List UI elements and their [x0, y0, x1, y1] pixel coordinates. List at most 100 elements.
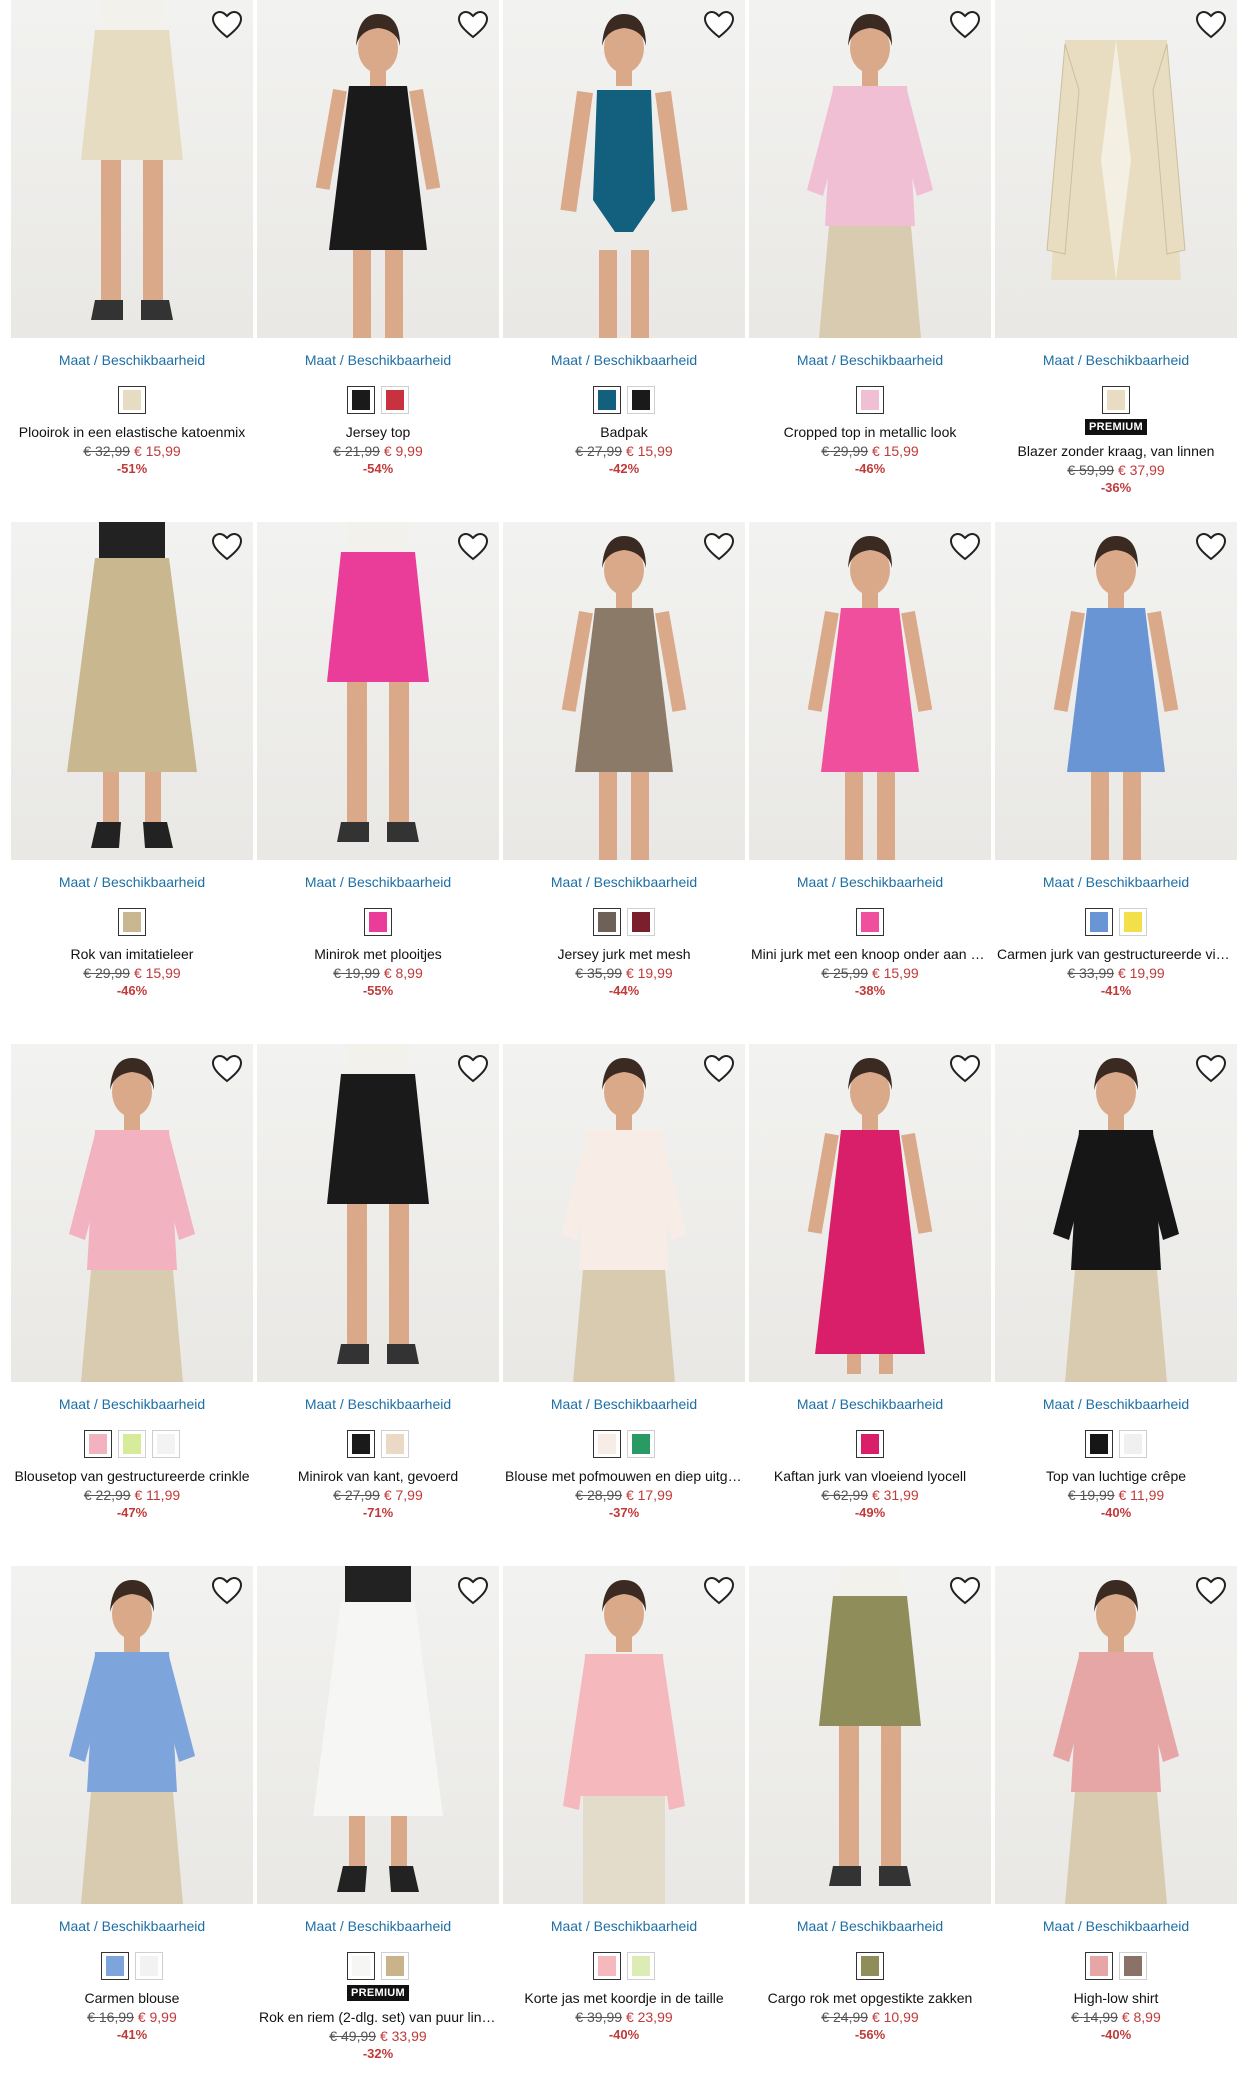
color-swatch[interactable]: [627, 908, 655, 936]
product-image[interactable]: [749, 0, 991, 338]
product-image[interactable]: [11, 0, 253, 338]
product-card[interactable]: Maat / Beschikbaarheid Minirok van kant,…: [257, 1044, 499, 1566]
color-swatch[interactable]: [627, 386, 655, 414]
product-name[interactable]: Mini jurk met een knoop onder aan de hal…: [749, 946, 991, 962]
size-availability-link[interactable]: Maat / Beschikbaarheid: [749, 874, 991, 892]
product-card[interactable]: Maat / Beschikbaarheid Mini jurk met een…: [749, 522, 991, 1044]
product-name[interactable]: Blousetop van gestructureerde crinkle: [11, 1468, 253, 1484]
product-name[interactable]: Minirok van kant, gevoerd: [257, 1468, 499, 1484]
product-name[interactable]: Jersey top: [257, 424, 499, 440]
wishlist-heart-icon[interactable]: [211, 10, 243, 40]
product-card[interactable]: Maat / Beschikbaarheid Carmen jurk van g…: [995, 522, 1237, 1044]
product-image[interactable]: [995, 0, 1237, 338]
wishlist-heart-icon[interactable]: [949, 532, 981, 562]
product-image[interactable]: [749, 522, 991, 860]
size-availability-link[interactable]: Maat / Beschikbaarheid: [749, 1396, 991, 1414]
color-swatch[interactable]: [1085, 1952, 1113, 1980]
product-image[interactable]: [257, 522, 499, 860]
color-swatch[interactable]: [381, 386, 409, 414]
product-image[interactable]: [11, 1044, 253, 1382]
product-name[interactable]: Minirok met plooitjes: [257, 946, 499, 962]
color-swatch[interactable]: [381, 1430, 409, 1458]
color-swatch[interactable]: [135, 1952, 163, 1980]
product-card[interactable]: Maat / Beschikbaarheid Cargo rok met opg…: [749, 1566, 991, 2088]
product-name[interactable]: High-low shirt: [995, 1990, 1237, 2006]
wishlist-heart-icon[interactable]: [1195, 1054, 1227, 1084]
wishlist-heart-icon[interactable]: [703, 532, 735, 562]
wishlist-heart-icon[interactable]: [1195, 532, 1227, 562]
size-availability-link[interactable]: Maat / Beschikbaarheid: [257, 1918, 499, 1936]
product-image[interactable]: [11, 522, 253, 860]
product-card[interactable]: Maat / Beschikbaarheid Badpak € 27,99 € …: [503, 0, 745, 522]
product-name[interactable]: Carmen blouse: [11, 1990, 253, 2006]
color-swatch[interactable]: [1119, 908, 1147, 936]
wishlist-heart-icon[interactable]: [949, 10, 981, 40]
color-swatch[interactable]: [856, 1952, 884, 1980]
size-availability-link[interactable]: Maat / Beschikbaarheid: [503, 1918, 745, 1936]
product-card[interactable]: Maat / Beschikbaarheid Plooirok in een e…: [11, 0, 253, 522]
size-availability-link[interactable]: Maat / Beschikbaarheid: [503, 352, 745, 370]
color-swatch[interactable]: [627, 1952, 655, 1980]
wishlist-heart-icon[interactable]: [457, 1054, 489, 1084]
product-name[interactable]: Top van luchtige crêpe: [995, 1468, 1237, 1484]
product-name[interactable]: Carmen jurk van gestructureerde viscose: [995, 946, 1237, 962]
product-card[interactable]: Maat / Beschikbaarheid Carmen blouse € 1…: [11, 1566, 253, 2088]
product-card[interactable]: Maat / Beschikbaarheid Rok van imitatiel…: [11, 522, 253, 1044]
product-card[interactable]: Maat / Beschikbaarheid PREMIUM Rok en ri…: [257, 1566, 499, 2088]
product-card[interactable]: Maat / Beschikbaarheid Minirok met plooi…: [257, 522, 499, 1044]
product-image[interactable]: [995, 1044, 1237, 1382]
size-availability-link[interactable]: Maat / Beschikbaarheid: [11, 874, 253, 892]
product-card[interactable]: Maat / Beschikbaarheid Blouse met pofmou…: [503, 1044, 745, 1566]
color-swatch[interactable]: [1119, 1430, 1147, 1458]
product-name[interactable]: Jersey jurk met mesh: [503, 946, 745, 962]
product-name[interactable]: Blouse met pofmouwen en diep uitgesneden…: [503, 1468, 745, 1484]
color-swatch[interactable]: [364, 908, 392, 936]
color-swatch[interactable]: [118, 1430, 146, 1458]
wishlist-heart-icon[interactable]: [703, 1054, 735, 1084]
product-name[interactable]: Cropped top in metallic look: [749, 424, 991, 440]
wishlist-heart-icon[interactable]: [457, 532, 489, 562]
color-swatch[interactable]: [593, 386, 621, 414]
product-image[interactable]: [749, 1044, 991, 1382]
size-availability-link[interactable]: Maat / Beschikbaarheid: [257, 874, 499, 892]
product-name[interactable]: Rok en riem (2-dlg. set) van puur linnen: [257, 2009, 499, 2025]
product-image[interactable]: [11, 1566, 253, 1904]
size-availability-link[interactable]: Maat / Beschikbaarheid: [749, 1918, 991, 1936]
product-image[interactable]: [503, 0, 745, 338]
product-name[interactable]: Kaftan jurk van vloeiend lyocell: [749, 1468, 991, 1484]
color-swatch[interactable]: [381, 1952, 409, 1980]
wishlist-heart-icon[interactable]: [211, 532, 243, 562]
product-image[interactable]: [503, 1566, 745, 1904]
color-swatch[interactable]: [152, 1430, 180, 1458]
wishlist-heart-icon[interactable]: [949, 1576, 981, 1606]
color-swatch[interactable]: [856, 908, 884, 936]
color-swatch[interactable]: [627, 1430, 655, 1458]
product-image[interactable]: [995, 1566, 1237, 1904]
size-availability-link[interactable]: Maat / Beschikbaarheid: [503, 874, 745, 892]
wishlist-heart-icon[interactable]: [457, 1576, 489, 1606]
color-swatch[interactable]: [101, 1952, 129, 1980]
product-image[interactable]: [257, 1566, 499, 1904]
product-name[interactable]: Badpak: [503, 424, 745, 440]
size-availability-link[interactable]: Maat / Beschikbaarheid: [11, 1918, 253, 1936]
size-availability-link[interactable]: Maat / Beschikbaarheid: [257, 352, 499, 370]
product-card[interactable]: Maat / Beschikbaarheid PREMIUM Blazer zo…: [995, 0, 1237, 522]
product-image[interactable]: [257, 1044, 499, 1382]
wishlist-heart-icon[interactable]: [211, 1576, 243, 1606]
product-card[interactable]: Maat / Beschikbaarheid Kaftan jurk van v…: [749, 1044, 991, 1566]
product-name[interactable]: Blazer zonder kraag, van linnen: [995, 443, 1237, 459]
product-name[interactable]: Cargo rok met opgestikte zakken: [749, 1990, 991, 2006]
product-image[interactable]: [749, 1566, 991, 1904]
color-swatch[interactable]: [347, 1952, 375, 1980]
color-swatch[interactable]: [1102, 386, 1130, 414]
color-swatch[interactable]: [1085, 908, 1113, 936]
product-card[interactable]: Maat / Beschikbaarheid Top van luchtige …: [995, 1044, 1237, 1566]
color-swatch[interactable]: [1085, 1430, 1113, 1458]
product-card[interactable]: Maat / Beschikbaarheid Jersey top € 21,9…: [257, 0, 499, 522]
color-swatch[interactable]: [118, 386, 146, 414]
color-swatch[interactable]: [84, 1430, 112, 1458]
size-availability-link[interactable]: Maat / Beschikbaarheid: [995, 1396, 1237, 1414]
product-image[interactable]: [257, 0, 499, 338]
size-availability-link[interactable]: Maat / Beschikbaarheid: [257, 1396, 499, 1414]
size-availability-link[interactable]: Maat / Beschikbaarheid: [11, 352, 253, 370]
